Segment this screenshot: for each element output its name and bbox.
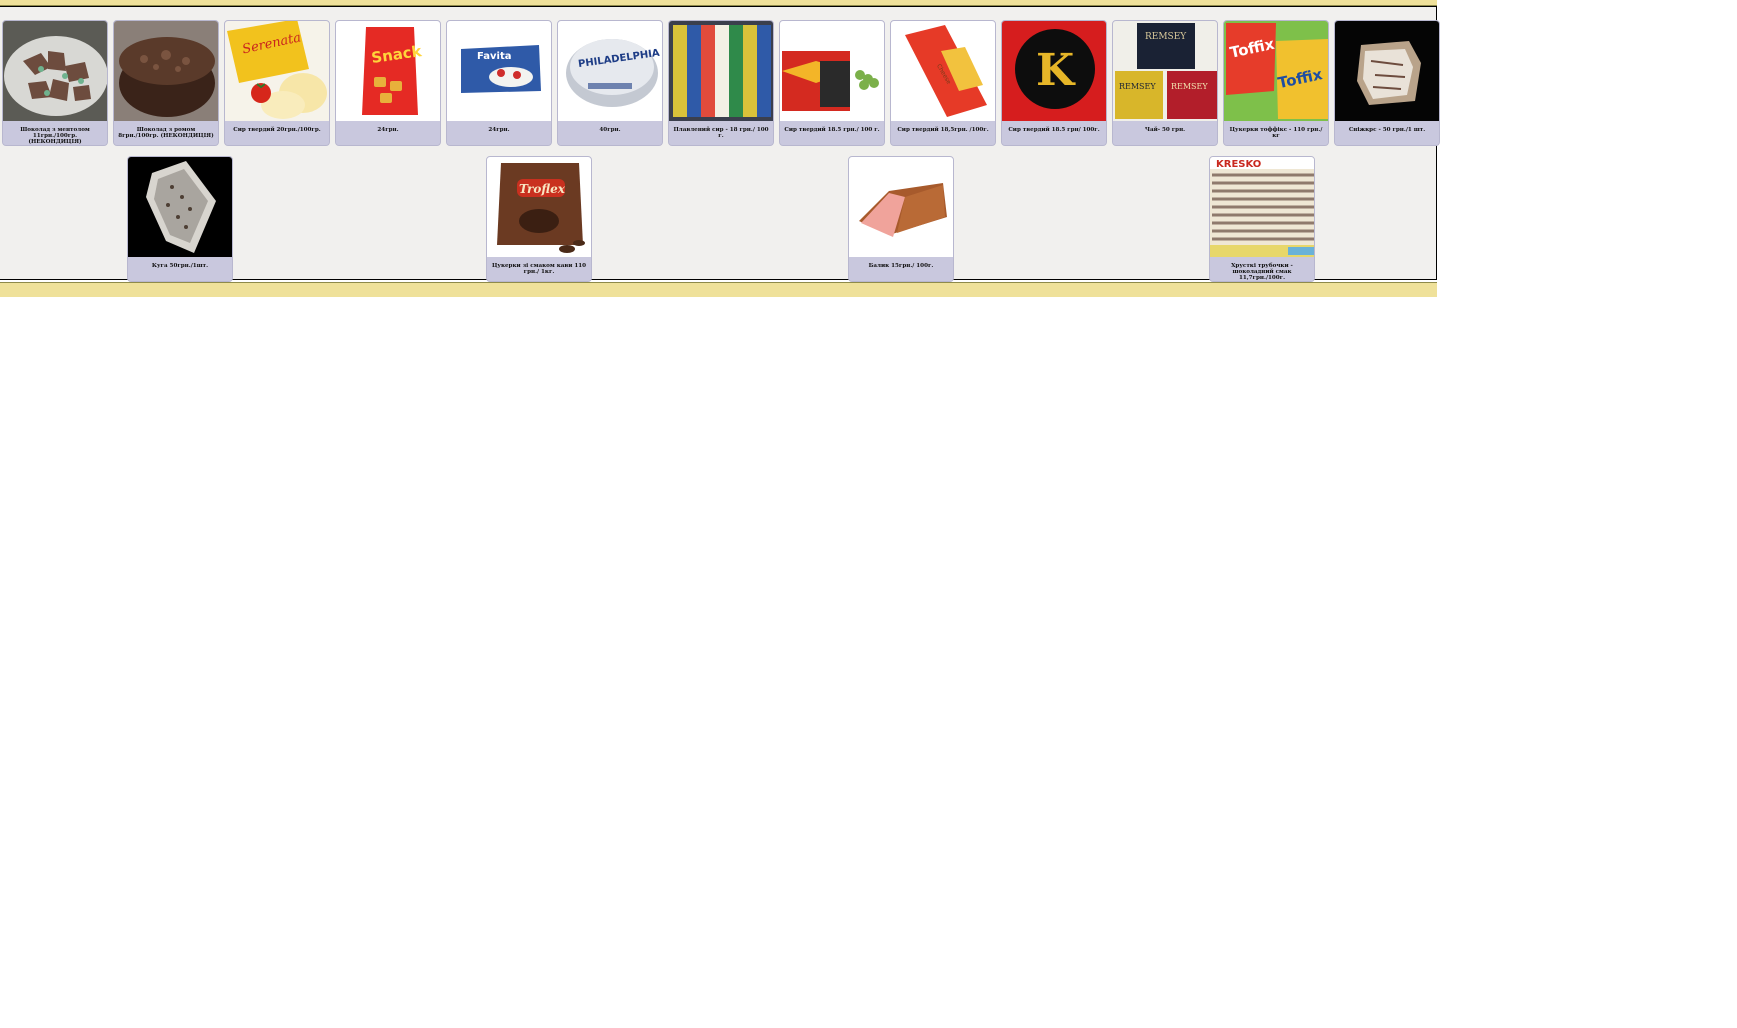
svg-text:REMSEY: REMSEY — [1119, 82, 1156, 91]
cheese-kastelan-image[interactable]: K — [1002, 21, 1106, 121]
product-caption: Сніжкрс - 50 грн./1 шт. — [1335, 121, 1439, 145]
product-card[interactable]: REMSEY REMSEY REMSEY Чай- 50 грн. — [1112, 20, 1218, 146]
product-caption: Сир твердий 18,5грн. /100г. — [891, 121, 995, 145]
product-card[interactable]: Troflex Цукерки зі смаком кави 110 грн./… — [486, 156, 592, 282]
product-card[interactable]: Favita 24грн. — [446, 20, 552, 146]
product-card[interactable]: Сир твердий 18.5 грн./ 100 г. — [779, 20, 885, 146]
product-gallery-panel: Шоколад з ментолом 11грн./100гр. (НЕКОНД… — [0, 6, 1440, 282]
product-card[interactable]: KRESKO Хрусткі трубочки - шоколадний сма… — [1209, 156, 1315, 282]
favita-box-image[interactable]: Favita — [447, 21, 551, 121]
product-caption: 40грн. — [558, 121, 662, 145]
dark-item-image[interactable] — [1335, 21, 1439, 121]
rum-chocolate-image[interactable] — [114, 21, 218, 121]
product-caption: Сир твердий 18.5 грн./ 100 г. — [780, 121, 884, 145]
product-card[interactable]: Плавлений сир - 18 грн./ 100 г. — [668, 20, 774, 146]
product-caption: Шоколад з ромом 8грн./100гр. (НЕКОНДИЦІЯ… — [114, 121, 218, 145]
product-card[interactable]: Шоколад з ментолом 11грн./100гр. (НЕКОНД… — [2, 20, 108, 146]
svg-text:REMSEY: REMSEY — [1145, 32, 1187, 42]
product-caption: Цукерки тоффікс - 110 грн./ кг — [1224, 121, 1328, 145]
product-card[interactable]: Serenata Сир твердий 20грн./100гр. — [224, 20, 330, 146]
product-caption: 24грн. — [336, 121, 440, 145]
philadelphia-tub-image[interactable]: PHILADELPHIA — [558, 21, 662, 121]
product-card[interactable]: Toffix Toffix Цукерки тоффікс - 110 грн.… — [1223, 20, 1329, 146]
mint-chocolate-image[interactable] — [3, 21, 107, 121]
product-card[interactable]: K Сир твердий 18.5 грн/ 100г. — [1001, 20, 1107, 146]
toffix-candy-image[interactable]: Toffix Toffix — [1224, 21, 1328, 121]
balyk-meat-image[interactable] — [849, 157, 953, 257]
svg-text:Troflex: Troflex — [519, 182, 566, 196]
svg-text:KRESKO: KRESKO — [1216, 159, 1261, 170]
product-card[interactable]: Cheese Сир твердий 18,5грн. /100г. — [890, 20, 996, 146]
product-card[interactable]: PHILADELPHIA 40грн. — [557, 20, 663, 146]
product-caption: Балик 15грн./ 100г. — [849, 257, 953, 281]
dark-pork-image[interactable] — [128, 157, 232, 257]
troflex-coffee-candy-image[interactable]: Troflex — [487, 157, 591, 257]
bottom-band — [0, 282, 1437, 297]
processed-cheese-image[interactable] — [669, 21, 773, 121]
product-card[interactable]: Балик 15грн./ 100г. — [848, 156, 954, 282]
product-card[interactable]: Сніжкрс - 50 грн./1 шт. — [1334, 20, 1440, 146]
svg-text:REMSEY: REMSEY — [1171, 82, 1208, 91]
snacks-bag-image[interactable]: Snack — [336, 21, 440, 121]
cheese-bar-image[interactable]: Cheese — [891, 21, 995, 121]
product-row-2: Куга 50грн./1шт. Troflex Цукерки зі смак… — [0, 156, 1437, 282]
svg-text:Favita: Favita — [477, 51, 511, 62]
cheese-block-image[interactable] — [780, 21, 884, 121]
product-caption: Плавлений сир - 18 грн./ 100 г. — [669, 121, 773, 145]
product-caption: Шоколад з ментолом 11грн./100гр. (НЕКОНД… — [3, 121, 107, 145]
product-caption: Хрусткі трубочки - шоколадний смак 11,7г… — [1210, 257, 1314, 281]
svg-text:K: K — [1036, 45, 1076, 96]
product-card[interactable]: Куга 50грн./1шт. — [127, 156, 233, 282]
product-card[interactable]: Snack 24грн. — [335, 20, 441, 146]
product-caption: Цукерки зі смаком кави 110 грн./ 1кг. — [487, 257, 591, 281]
product-caption: Сир твердий 20грн./100гр. — [225, 121, 329, 145]
remsey-tea-image[interactable]: REMSEY REMSEY REMSEY — [1113, 21, 1217, 121]
product-caption: 24грн. — [447, 121, 551, 145]
product-caption: Чай- 50 грн. — [1113, 121, 1217, 145]
kresko-wafer-rolls-image[interactable]: KRESKO — [1210, 157, 1314, 257]
cheese-serenada-image[interactable]: Serenata — [225, 21, 329, 121]
product-card[interactable]: Шоколад з ромом 8грн./100гр. (НЕКОНДИЦІЯ… — [113, 20, 219, 146]
product-caption: Сир твердий 18.5 грн/ 100г. — [1002, 121, 1106, 145]
product-caption: Куга 50грн./1шт. — [128, 257, 232, 281]
